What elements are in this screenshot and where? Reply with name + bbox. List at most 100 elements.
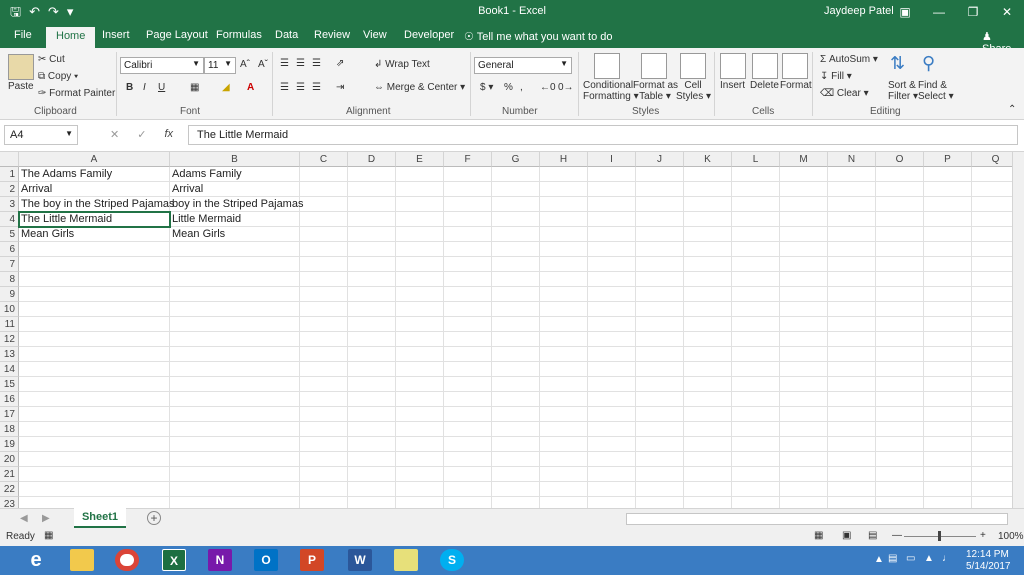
collapse-ribbon-icon[interactable]: ⌃ — [1008, 104, 1016, 115]
macro-record-icon[interactable]: ▦ — [44, 530, 53, 541]
conditional-formatting-icon[interactable] — [594, 53, 620, 79]
formula-input[interactable]: The Little Mermaid — [188, 125, 1018, 145]
cell-styles-icon[interactable] — [680, 53, 706, 79]
orientation-icon[interactable]: ⇗ — [336, 58, 344, 69]
horizontal-scrollbar[interactable] — [626, 513, 1008, 525]
clock-time[interactable]: 12:14 PM — [966, 549, 1009, 560]
skype-icon[interactable]: S — [440, 549, 464, 571]
autosum-button[interactable]: Σ AutoSum ▾ — [820, 54, 878, 65]
font-name-select[interactable]: Calibri ▼ — [120, 57, 204, 74]
shrink-font-icon[interactable]: Aˇ — [258, 59, 268, 70]
row-header[interactable]: 11 — [0, 317, 19, 332]
tray-expand-icon[interactable]: ▲ — [874, 554, 884, 565]
tab-page-layout[interactable]: Page Layout — [146, 29, 208, 41]
tray-battery-icon[interactable]: ▭ — [906, 553, 915, 564]
insert-function-icon[interactable]: fx — [164, 128, 173, 141]
column-header-a[interactable]: A — [19, 152, 170, 167]
row-header[interactable]: 10 — [0, 302, 19, 317]
column-header-o[interactable]: O — [876, 152, 924, 167]
row-header[interactable]: 16 — [0, 392, 19, 407]
decrease-decimal-icon[interactable]: 0→ — [558, 82, 574, 93]
format-as-table-icon[interactable] — [641, 53, 667, 79]
row-header[interactable]: 15 — [0, 377, 19, 392]
column-header-n[interactable]: N — [828, 152, 876, 167]
tray-wifi-icon[interactable]: ▲ — [924, 553, 934, 564]
page-break-view-icon[interactable]: ▤ — [868, 530, 877, 541]
tab-view[interactable]: View — [363, 29, 387, 41]
tab-developer[interactable]: Developer — [404, 29, 454, 41]
scroll-left-icon[interactable]: ◀ — [20, 513, 28, 524]
page-layout-view-icon[interactable]: ▣ — [842, 530, 851, 541]
conditional-formatting-button[interactable]: Conditional Formatting ▾ — [583, 80, 639, 102]
cell-a1[interactable]: The Adams Family — [19, 167, 112, 182]
cell-b2[interactable]: Arrival — [170, 182, 203, 197]
row-header[interactable]: 17 — [0, 407, 19, 422]
add-sheet-button[interactable]: + — [147, 511, 161, 525]
align-left-icon[interactable]: ☰ — [280, 82, 289, 93]
align-center-icon[interactable]: ☰ — [296, 82, 305, 93]
underline-icon[interactable]: U — [158, 82, 165, 93]
delete-cells-button[interactable]: Delete — [750, 80, 779, 91]
cell-b1[interactable]: Adams Family — [170, 167, 242, 182]
close-icon[interactable]: ✕ — [990, 0, 1024, 24]
cell-a3[interactable]: The boy in the Striped Pajamas — [19, 197, 174, 212]
font-color-icon[interactable]: A — [247, 82, 254, 93]
row-header[interactable]: 1 — [0, 167, 19, 182]
column-header-j[interactable]: J — [636, 152, 684, 167]
tab-home[interactable]: Home — [46, 27, 96, 48]
tell-me-box[interactable]: ☉ Tell me what you want to do — [464, 30, 612, 43]
cell-b5[interactable]: Mean Girls — [170, 227, 225, 242]
column-header-l[interactable]: L — [732, 152, 780, 167]
clear-button[interactable]: ⌫ Clear ▾ — [820, 88, 869, 99]
select-all-corner[interactable] — [0, 152, 19, 167]
row-header[interactable]: 8 — [0, 272, 19, 287]
cell-b3[interactable]: boy in the Striped Pajamas — [170, 197, 303, 212]
scroll-right-icon[interactable]: ▶ — [42, 513, 50, 524]
chrome-icon[interactable] — [115, 549, 139, 571]
column-header-f[interactable]: F — [444, 152, 492, 167]
zoom-slider-thumb[interactable] — [938, 531, 941, 541]
find-select-icon[interactable]: ⚲ — [922, 53, 948, 79]
zoom-out-icon[interactable]: — — [892, 530, 902, 541]
outlook-icon[interactable]: O — [254, 549, 278, 571]
tray-network-icon[interactable]: ▤ — [888, 553, 897, 564]
grow-font-icon[interactable]: Aˆ — [240, 59, 250, 70]
user-name[interactable]: Jaydeep Patel — [824, 5, 894, 17]
column-header-b[interactable]: B — [170, 152, 300, 167]
column-header-h[interactable]: H — [540, 152, 588, 167]
copy-button[interactable]: ⧉ Copy ▾ — [38, 71, 78, 82]
bold-icon[interactable]: B — [126, 82, 133, 93]
row-header[interactable]: 12 — [0, 332, 19, 347]
insert-cells-button[interactable]: Insert — [720, 80, 745, 91]
row-header[interactable]: 14 — [0, 362, 19, 377]
onenote-icon[interactable]: N — [208, 549, 232, 571]
align-middle-icon[interactable]: ☰ — [296, 58, 305, 69]
zoom-level[interactable]: 100% — [998, 531, 1024, 542]
excel-taskbar-icon[interactable]: X — [162, 549, 186, 571]
number-format-select[interactable]: General ▼ — [474, 57, 572, 74]
format-painter-button[interactable]: ✑ Format Painter — [38, 88, 115, 99]
column-header-i[interactable]: I — [588, 152, 636, 167]
tab-review[interactable]: Review — [314, 29, 350, 41]
tab-insert[interactable]: Insert — [102, 29, 130, 41]
sheet-tab-sheet1[interactable]: Sheet1 — [74, 508, 126, 528]
tab-formulas[interactable]: Formulas — [216, 29, 262, 41]
internet-explorer-icon[interactable]: e — [24, 549, 48, 571]
cell-b4[interactable]: Little Mermaid — [170, 212, 241, 227]
column-header-e[interactable]: E — [396, 152, 444, 167]
row-header[interactable]: 3 — [0, 197, 19, 212]
tray-volume-icon[interactable]: ♩ — [942, 553, 952, 564]
column-header-m[interactable]: M — [780, 152, 828, 167]
merge-center-button[interactable]: ⇔ Merge & Center ▾ — [374, 82, 465, 93]
sticky-notes-icon[interactable] — [394, 549, 418, 571]
percent-icon[interactable]: % — [504, 82, 513, 93]
insert-cells-icon[interactable] — [720, 53, 746, 79]
cancel-icon[interactable]: ✕ — [110, 128, 119, 141]
minimize-icon[interactable]: — — [922, 0, 956, 24]
cell-styles-button[interactable]: Cell Styles ▾ — [676, 80, 711, 102]
zoom-in-icon[interactable]: + — [980, 530, 986, 541]
cell-a5[interactable]: Mean Girls — [19, 227, 74, 242]
cut-button[interactable]: ✂ Cut — [38, 54, 65, 65]
enter-icon[interactable]: ✓ — [137, 128, 146, 141]
align-top-icon[interactable]: ☰ — [280, 58, 289, 69]
